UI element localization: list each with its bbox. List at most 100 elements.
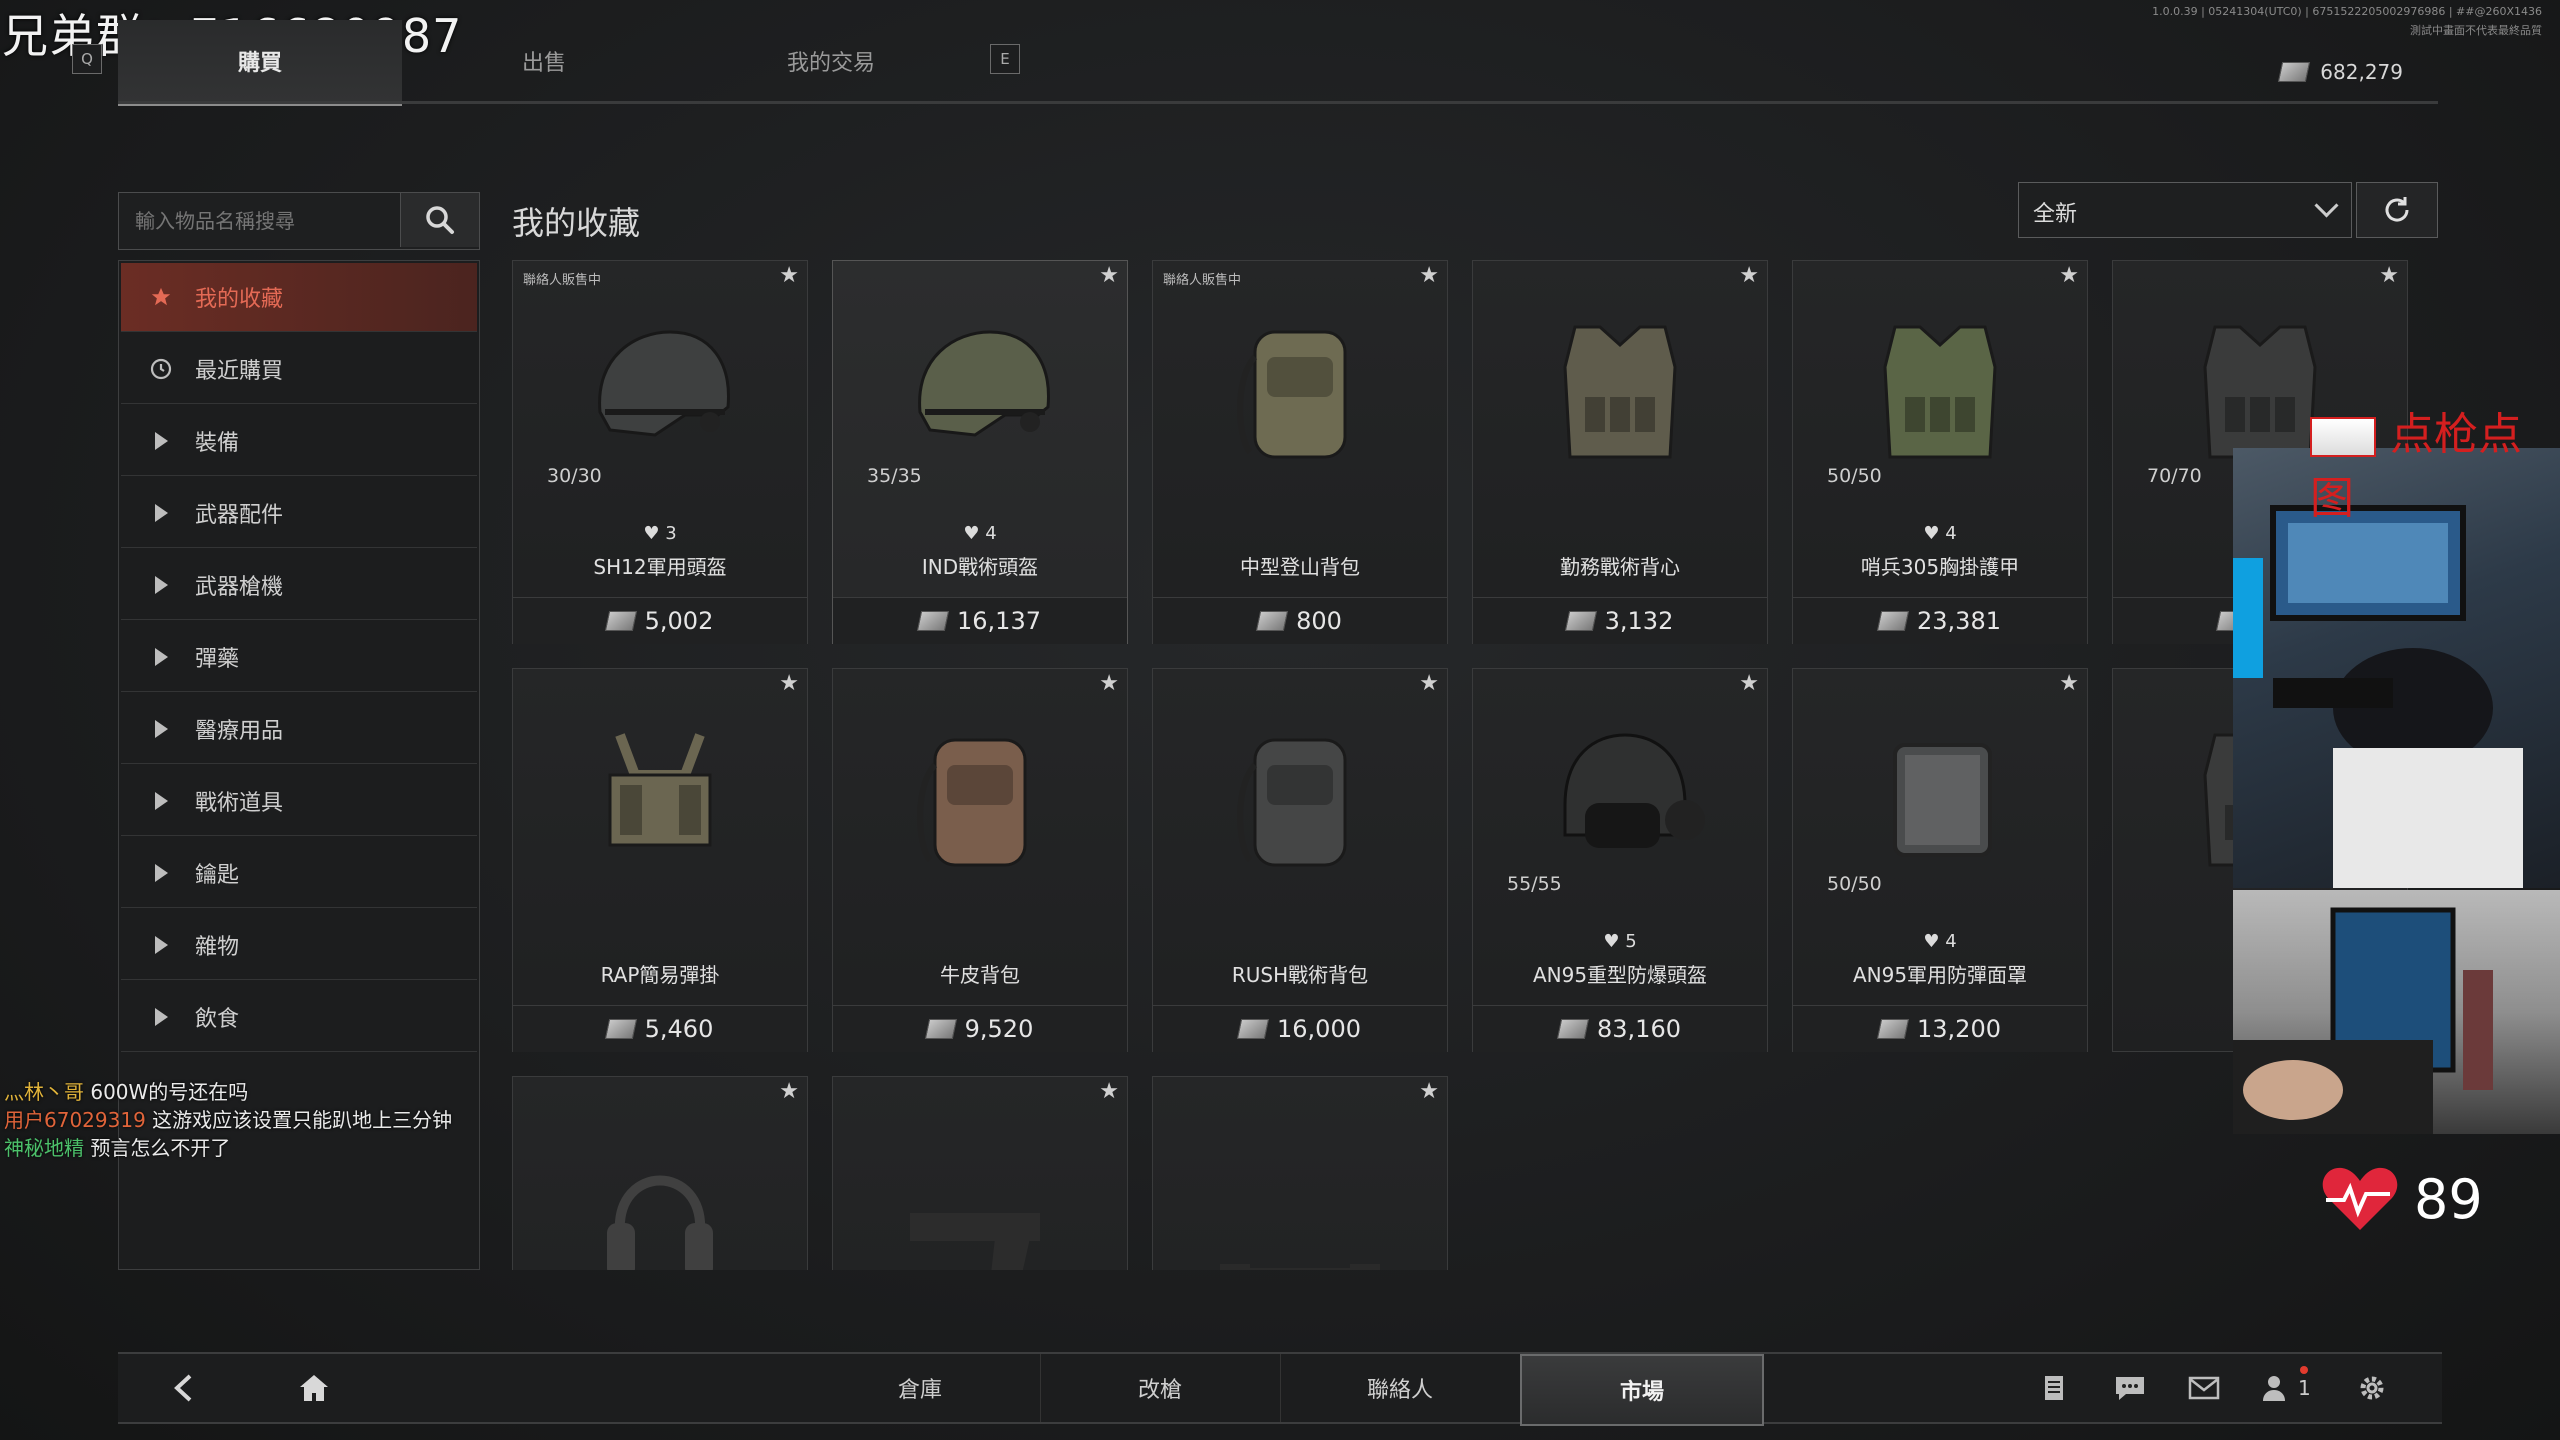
card-header: [1153, 1077, 1447, 1109]
sidebar-item-food[interactable]: 飲食: [121, 983, 477, 1052]
shield-icon: ♥: [1923, 523, 1940, 544]
cash-icon: [1876, 1019, 1910, 1039]
card-header: [513, 1077, 807, 1109]
prev-tab-key[interactable]: Q: [72, 44, 102, 74]
armor-level-value: 5: [1625, 931, 1637, 952]
sidebar-item-label: 雜物: [195, 935, 240, 960]
nav-contacts[interactable]: 聯絡人: [1280, 1354, 1521, 1422]
cash-icon: [1556, 1019, 1590, 1039]
sidebar-item-tactical[interactable]: 戰術道具: [121, 767, 477, 836]
chat-message: 用户67029319 这游戏应该设置只能趴地上三分钟: [4, 1106, 464, 1134]
refresh-icon: [2385, 197, 2409, 222]
favorite-star-icon[interactable]: ★: [779, 1079, 799, 1104]
item-image: [1855, 725, 2025, 875]
nav-warehouse[interactable]: 倉庫: [800, 1354, 1041, 1422]
sidebar-item-equipment[interactable]: 裝備: [121, 407, 477, 476]
favorite-star-icon[interactable]: ★: [1739, 671, 1759, 696]
item-image: [575, 725, 745, 875]
settings-gear-icon[interactable]: [2356, 1372, 2388, 1404]
item-card[interactable]: 聯絡人販售中 ★ 中型登山背包 800: [1152, 260, 1448, 644]
triangle-icon: [149, 645, 173, 669]
stream-chat: 灬林丶哥 600W的号还在吗 用户67029319 这游戏应该设置只能趴地上三分…: [4, 1078, 464, 1162]
favorite-star-icon[interactable]: ★: [2379, 263, 2399, 288]
durability: 30/30: [547, 465, 602, 487]
item-card[interactable]: ★ 50/50 ♥ 4 AN95軍用防彈面罩 13,200: [1792, 668, 2088, 1052]
favorite-star-icon[interactable]: ★: [1739, 263, 1759, 288]
item-price: 13,200: [1793, 1005, 2087, 1052]
balance-value: 682,279: [2320, 60, 2403, 84]
favorite-star-icon[interactable]: ★: [2059, 671, 2079, 696]
mail-icon[interactable]: [2188, 1372, 2220, 1404]
item-card[interactable]: 聯絡人販售中 ★ 30/30 ♥ 3 SH12軍用頭盔 5,002: [512, 260, 808, 644]
item-card[interactable]: ★: [512, 1076, 808, 1270]
item-price: 16,137: [833, 597, 1127, 644]
favorite-star-icon[interactable]: ★: [1419, 1079, 1439, 1104]
item-card[interactable]: ★ 35/35 ♥ 4 IND戰術頭盔 16,137: [832, 260, 1128, 644]
item-card[interactable]: ★ 牛皮背包 9,520: [832, 668, 1128, 1052]
item-card[interactable]: ★ 勤務戰術背心 3,132: [1472, 260, 1768, 644]
durability: 55/55: [1507, 873, 1562, 895]
sidebar-item-ammo[interactable]: 彈藥: [121, 623, 477, 692]
item-card[interactable]: ★: [1152, 1076, 1448, 1270]
nav-gunsmith[interactable]: 改槍: [1040, 1354, 1281, 1422]
favorite-star-icon[interactable]: ★: [1419, 263, 1439, 288]
favorite-star-icon[interactable]: ★: [779, 263, 799, 288]
tab-my-trades-label: 我的交易: [786, 51, 875, 76]
sidebar-item-label: 飲食: [195, 1007, 240, 1032]
price-value: 9,520: [964, 1015, 1034, 1043]
item-card[interactable]: ★ 50/50 ♥ 4 哨兵305胸掛護甲 23,381: [1792, 260, 2088, 644]
nav-market[interactable]: 市場: [1520, 1354, 1764, 1426]
item-image: [1535, 725, 1705, 875]
item-price: 5,002: [513, 597, 807, 644]
cash-icon: [1876, 611, 1910, 631]
version-text: 1.0.0.39 | 05241304(UTC0) | 675152220500…: [2152, 5, 2542, 18]
triangle-icon: [149, 717, 173, 741]
favorite-star-icon[interactable]: ★: [1099, 1079, 1119, 1104]
sidebar-item-recent[interactable]: 最近購買: [121, 335, 477, 404]
item-image: [1535, 317, 1705, 467]
document-icon[interactable]: [2038, 1372, 2070, 1404]
favorite-star-icon[interactable]: ★: [1099, 263, 1119, 288]
triangle-icon: [149, 861, 173, 885]
chat-icon[interactable]: [2114, 1372, 2146, 1404]
item-image: [575, 317, 745, 467]
chat-text: 预言怎么不开了: [90, 1136, 231, 1160]
next-tab-key[interactable]: E: [990, 44, 1020, 74]
home-icon[interactable]: [298, 1372, 330, 1404]
tab-sell[interactable]: 出售: [402, 20, 686, 102]
card-header: [833, 669, 1127, 701]
price-value: 3,132: [1604, 607, 1674, 635]
sidebar-item-attachments[interactable]: 武器配件: [121, 479, 477, 548]
test-notice: 測試中畫面不代表最終品質: [2410, 24, 2542, 37]
sidebar-item-keys[interactable]: 鑰匙: [121, 839, 477, 908]
item-card[interactable]: ★ RUSH戰術背包 16,000: [1152, 668, 1448, 1052]
search-icon: [426, 206, 454, 234]
search-button[interactable]: [400, 193, 479, 247]
item-card[interactable]: ★ RAP簡易彈掛 5,460: [512, 668, 808, 1052]
item-card[interactable]: ★: [832, 1076, 1128, 1270]
favorite-star-icon[interactable]: ★: [1419, 671, 1439, 696]
sidebar-item-medical[interactable]: 醫療用品: [121, 695, 477, 764]
sidebar-item-favorites[interactable]: 我的收藏: [121, 263, 477, 332]
tab-buy[interactable]: 購買: [118, 20, 402, 106]
sidebar-item-weapons[interactable]: 武器槍機: [121, 551, 477, 620]
item-name: 哨兵305胸掛護甲: [1860, 555, 2020, 579]
item-card[interactable]: ★ 55/55 ♥ 5 AN95重型防爆頭盔 83,160: [1472, 668, 1768, 1052]
back-icon[interactable]: [168, 1372, 200, 1404]
armor-level-value: 4: [985, 523, 997, 544]
search-input[interactable]: [119, 193, 413, 249]
durability: 35/35: [867, 465, 922, 487]
refresh-button[interactable]: [2356, 182, 2438, 238]
friends-icon[interactable]: 1: [2262, 1366, 2322, 1404]
tab-my-trades[interactable]: 我的交易: [686, 20, 976, 102]
sidebar-item-label: 醫療用品: [195, 719, 284, 744]
card-header: [1153, 669, 1447, 701]
chat-message: 灬林丶哥 600W的号还在吗: [4, 1078, 464, 1106]
sidebar-item-misc[interactable]: 雜物: [121, 911, 477, 980]
favorite-star-icon[interactable]: ★: [1099, 671, 1119, 696]
cash-icon: [1255, 611, 1289, 631]
condition-filter-dropdown[interactable]: 全新: [2018, 182, 2352, 238]
item-search: [118, 192, 480, 250]
favorite-star-icon[interactable]: ★: [779, 671, 799, 696]
favorite-star-icon[interactable]: ★: [2059, 263, 2079, 288]
